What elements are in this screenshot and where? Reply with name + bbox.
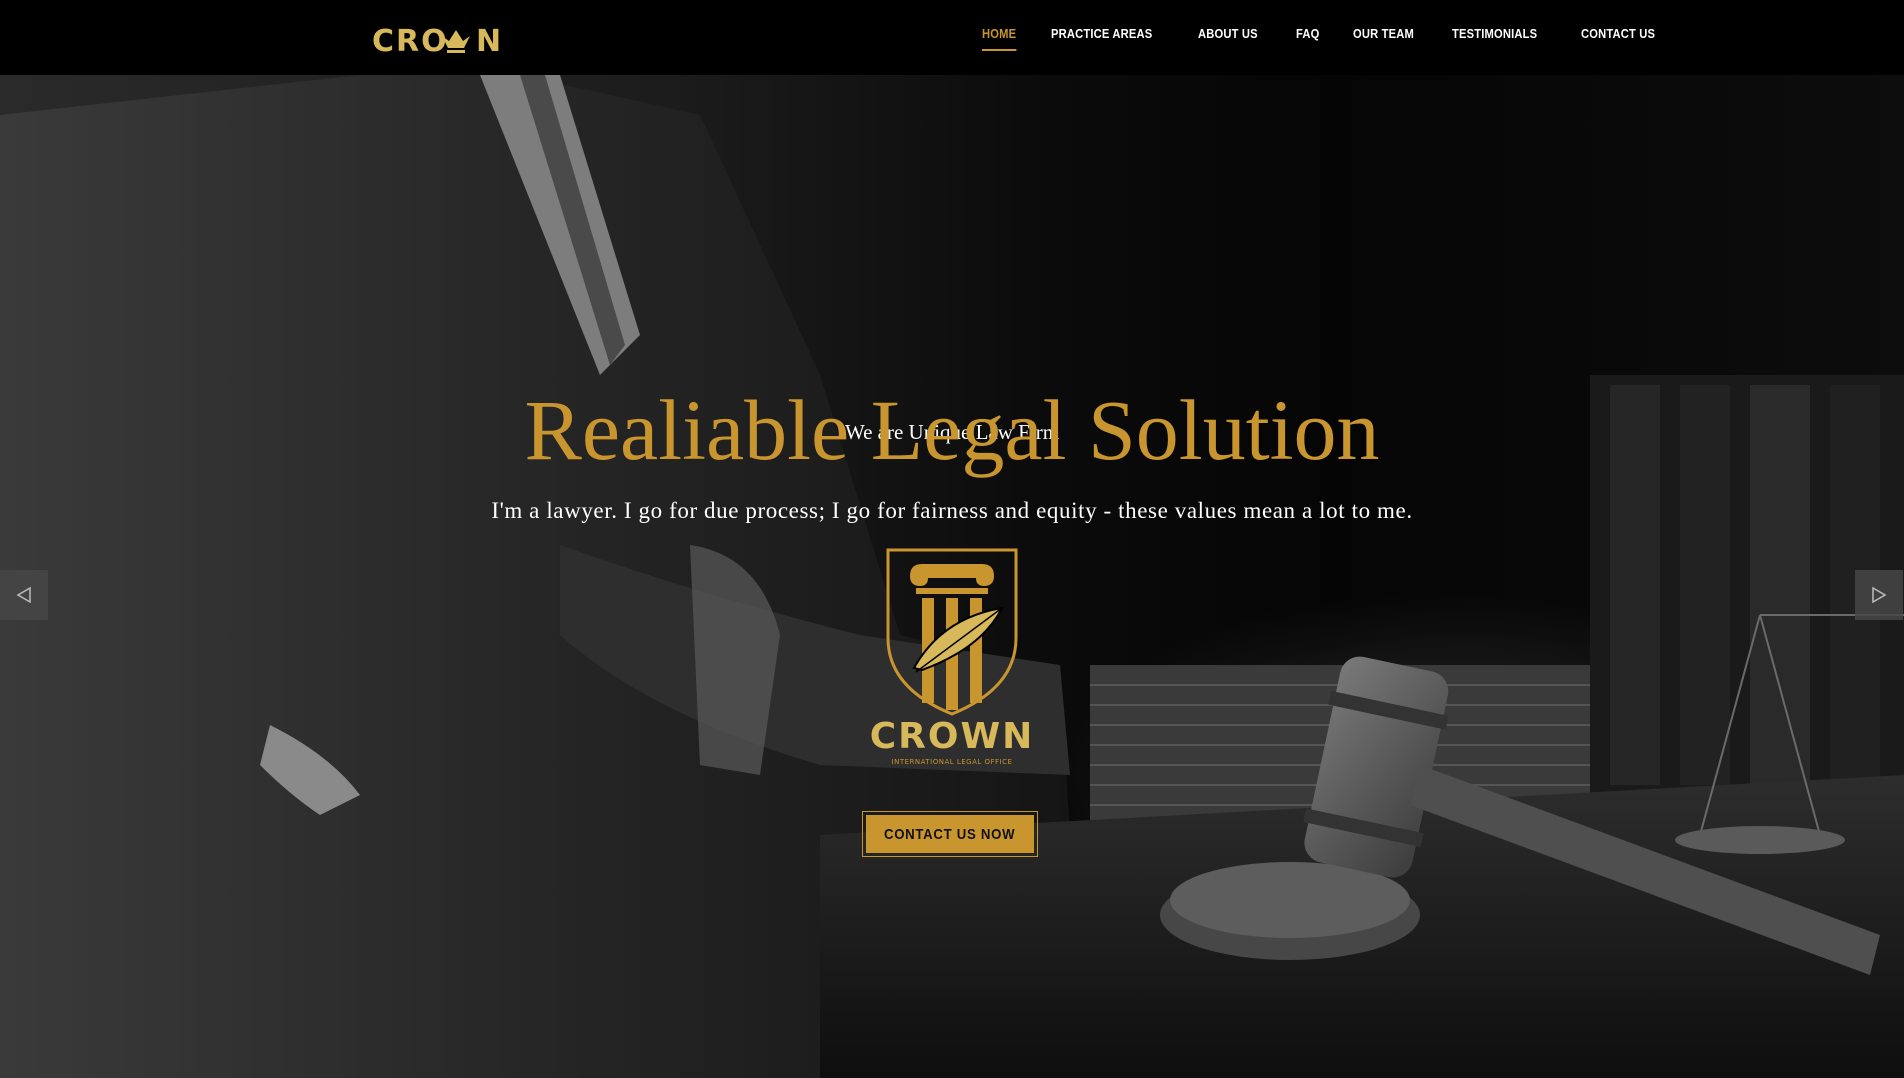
- main-menu: HOME PRACTICE AREAS ABOUT US FAQ OUR TEA…: [982, 26, 1696, 51]
- brand-logo[interactable]: CRO N: [372, 18, 508, 58]
- chevron-left-icon: [16, 586, 31, 604]
- nav-about-us[interactable]: ABOUT US: [1198, 26, 1258, 51]
- hero-tagline: I'm a lawyer. I go for due process; I go…: [491, 498, 1413, 523]
- slider-next-button[interactable]: [1855, 570, 1903, 620]
- svg-text:CRO: CRO: [372, 24, 449, 58]
- nav-testimonials[interactable]: TESTIMONIALS: [1452, 26, 1537, 51]
- page: CRO N HOME PRACTICE AREAS ABOUT US FAQ O…: [0, 0, 1904, 1078]
- slider-prev-button[interactable]: [0, 570, 48, 620]
- crown-emblem: CROWN INTERNATIONAL LEGAL OFFICE: [852, 548, 1052, 770]
- nav-contact-us[interactable]: CONTACT US: [1581, 26, 1655, 51]
- nav-practice-areas[interactable]: PRACTICE AREAS: [1051, 26, 1152, 51]
- nav-our-team[interactable]: OUR TEAM: [1353, 26, 1414, 51]
- contact-us-now-button[interactable]: CONTACT US NOW: [862, 811, 1038, 857]
- pillar-quill-shield-icon: [886, 548, 1018, 716]
- hero-headline: Realiable Legal Solution: [524, 382, 1380, 478]
- contact-us-now-label: CONTACT US NOW: [884, 825, 1016, 843]
- nav-faq[interactable]: FAQ: [1296, 26, 1320, 51]
- top-navbar: CRO N HOME PRACTICE AREAS ABOUT US FAQ O…: [0, 0, 1904, 75]
- svg-text:N: N: [476, 24, 501, 58]
- emblem-brand-text: CROWN: [869, 716, 1035, 757]
- contact-us-now-button-face[interactable]: CONTACT US NOW: [866, 815, 1034, 853]
- emblem-subtitle: INTERNATIONAL LEGAL OFFICE: [891, 758, 1013, 766]
- crown-logo-mark: CRO N: [372, 24, 501, 58]
- chevron-right-icon: [1872, 586, 1887, 604]
- nav-home[interactable]: HOME: [982, 26, 1017, 51]
